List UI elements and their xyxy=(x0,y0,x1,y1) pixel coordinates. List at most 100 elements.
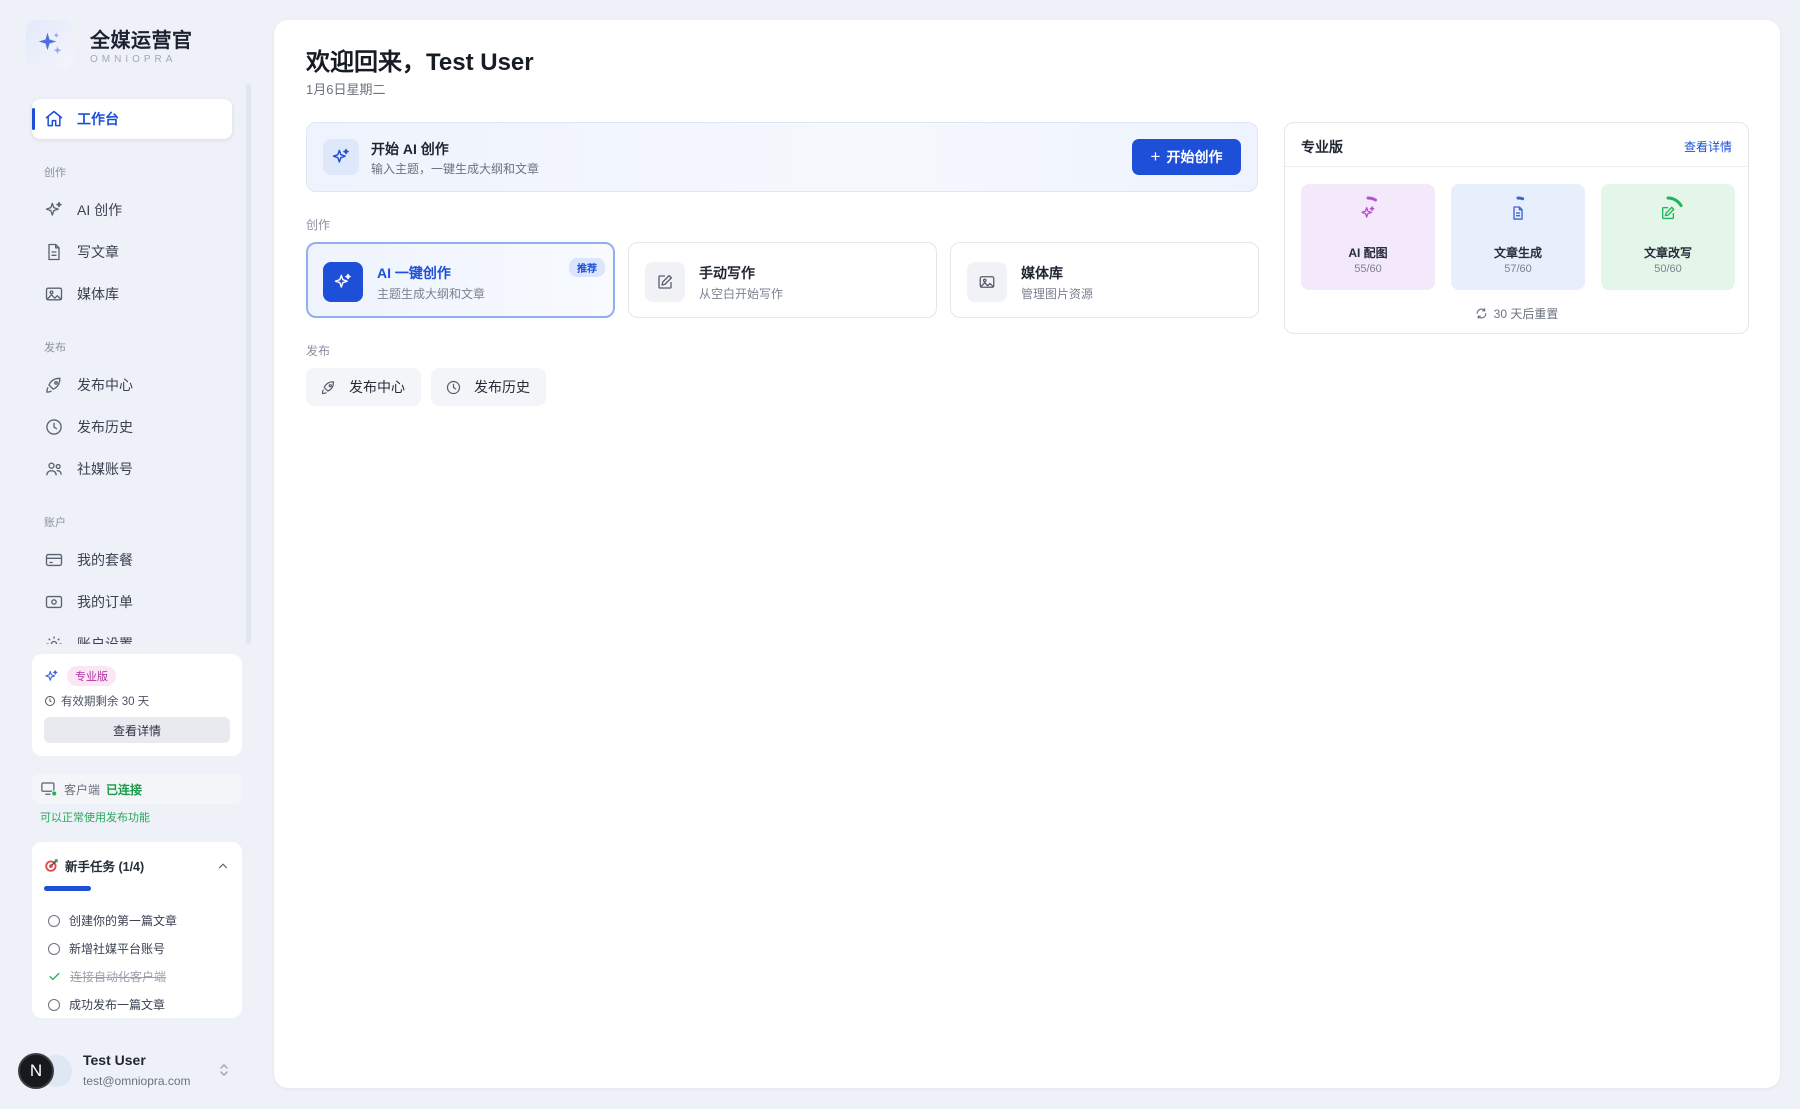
plan-badge: 专业版 xyxy=(67,666,116,686)
user-email: test@omniopra.com xyxy=(83,1074,191,1088)
sparkles-icon xyxy=(45,201,62,216)
sidebar-item-my-orders[interactable]: 我的订单 xyxy=(32,582,232,622)
sidebar-item-label: 发布中心 xyxy=(77,377,133,393)
chevron-up-down-icon xyxy=(220,1063,228,1077)
sidebar-item-ai-create[interactable]: AI 创作 xyxy=(32,190,232,230)
quota-ring xyxy=(1501,196,1535,230)
publish-history-button[interactable]: 发布历史 xyxy=(431,368,546,406)
sparkles-icon xyxy=(323,262,363,302)
quota-label: 文章改写 xyxy=(1643,246,1692,260)
users-icon xyxy=(46,462,62,476)
nav-section-create: 创作 xyxy=(44,167,66,179)
quota-value: 50/60 xyxy=(1654,263,1682,275)
onboarding-progress-bar xyxy=(44,886,91,891)
sidebar-nav: 工作台 创作 AI 创作 写文章 媒体库 发布 发布中心 发布历史 社媒账号 账… xyxy=(0,84,254,644)
image-icon xyxy=(45,287,63,301)
plan-expiry: 有效期剩余 30 天 xyxy=(61,696,150,708)
onboarding-tasks-header[interactable]: 新手任务 (1/4) xyxy=(44,856,230,875)
sidebar-item-label: 我的套餐 xyxy=(77,552,133,568)
home-icon xyxy=(45,110,63,127)
client-status: 客户端 已连接 xyxy=(32,774,242,804)
quota-tile-article-rewrite: 文章改写 50/60 xyxy=(1601,184,1735,290)
sparkles-icon xyxy=(45,669,58,681)
quota-reset-text: 30 天后重置 xyxy=(1493,307,1559,321)
quota-panel: 专业版 查看详情 AI 配图 55/60 文章生成 57/60 文章改写 50/… xyxy=(1284,122,1749,334)
receipt-icon xyxy=(45,595,63,609)
sidebar-item-social-accounts[interactable]: 社媒账号 xyxy=(32,449,232,489)
sidebar-scrollbar[interactable] xyxy=(246,84,251,644)
sidebar-item-label: 媒体库 xyxy=(77,286,119,302)
quota-ring xyxy=(1351,196,1385,230)
sidebar-item-label: 我的订单 xyxy=(77,594,133,610)
sparkles-icon xyxy=(323,139,359,175)
brand[interactable]: 全媒运营官 OMNIOPRA xyxy=(26,20,193,68)
start-create-button[interactable]: + 开始创作 xyxy=(1132,139,1241,175)
card-manual-write[interactable]: 手动写作 从空白开始写作 xyxy=(628,242,937,318)
section-label-publish: 发布 xyxy=(306,344,331,358)
card-subtitle: 主题生成大纲和文章 xyxy=(377,287,486,301)
sidebar-item-label: 发布历史 xyxy=(77,419,133,435)
sidebar-item-write-article[interactable]: 写文章 xyxy=(32,232,232,272)
onboarding-tasks-title: 新手任务 (1/4) xyxy=(65,860,145,874)
plus-icon: + xyxy=(1150,147,1161,166)
sidebar-item-label: 工作台 xyxy=(77,111,119,127)
quota-reset: 30 天后重置 xyxy=(1285,305,1748,322)
sidebar-item-media-library[interactable]: 媒体库 xyxy=(32,274,232,314)
publish-center-label: 发布中心 xyxy=(349,379,405,395)
brand-subtitle: OMNIOPRA xyxy=(90,53,177,65)
refresh-icon xyxy=(1476,308,1487,319)
sidebar-item-label: 写文章 xyxy=(77,244,119,260)
task-item[interactable]: 连接自动化客户端 xyxy=(48,968,166,985)
sparkle-logo-icon xyxy=(26,20,74,68)
card-media-library[interactable]: 媒体库 管理图片资源 xyxy=(950,242,1259,318)
task-label: 连接自动化客户端 xyxy=(70,970,167,984)
banner-title: 开始 AI 创作 xyxy=(371,141,449,157)
card-title: 媒体库 xyxy=(1021,265,1063,281)
check-icon xyxy=(49,972,60,981)
nav-section-publish: 发布 xyxy=(44,342,66,354)
publish-center-button[interactable]: 发布中心 xyxy=(306,368,421,406)
rocket-icon xyxy=(321,380,335,394)
sidebar-item-workbench[interactable]: 工作台 xyxy=(32,99,232,139)
sidebar-item-publish-center[interactable]: 发布中心 xyxy=(32,365,232,405)
settings-icon xyxy=(46,636,62,644)
clock-icon xyxy=(46,419,62,435)
sidebar-item-label: 社媒账号 xyxy=(77,461,133,477)
avatar: N xyxy=(18,1053,54,1089)
quota-value: 57/60 xyxy=(1504,263,1532,275)
card-ai-one-click[interactable]: AI 一键创作 主题生成大纲和文章 推荐 xyxy=(306,242,615,318)
page-title: 欢迎回来，Test User xyxy=(306,49,534,76)
sidebar-item-account-settings[interactable]: 账户设置 xyxy=(32,624,232,644)
sidebar-item-my-plan[interactable]: 我的套餐 xyxy=(32,540,232,580)
nav-section-account: 账户 xyxy=(44,517,66,529)
circle-icon xyxy=(48,998,60,1011)
client-status-text: 已连接 xyxy=(106,782,143,797)
sidebar: 全媒运营官 OMNIOPRA 工作台 创作 AI 创作 写文章 媒体库 发布 发… xyxy=(0,0,260,1109)
view-plan-details-button[interactable]: 查看详情 xyxy=(44,717,230,743)
sidebar-item-publish-history[interactable]: 发布历史 xyxy=(32,407,232,447)
monitor-connected-icon xyxy=(41,782,58,797)
user-menu[interactable]: N Test User test@omniopra.com xyxy=(18,1048,238,1094)
circle-icon xyxy=(48,942,60,955)
view-details-link[interactable]: 查看详情 xyxy=(1684,138,1732,155)
client-label: 客户端 xyxy=(64,782,101,797)
clock-icon xyxy=(45,696,55,706)
task-item[interactable]: 创建你的第一篇文章 xyxy=(48,912,177,929)
task-item[interactable]: 成功发布一篇文章 xyxy=(48,996,165,1013)
sidebar-item-label: 账户设置 xyxy=(77,636,133,644)
edit-icon xyxy=(1662,206,1675,220)
credit-card-icon xyxy=(45,553,63,567)
chevron-up-icon[interactable] xyxy=(216,859,230,873)
quota-label: 文章生成 xyxy=(1493,246,1542,260)
edit-icon xyxy=(645,262,685,302)
rocket-icon xyxy=(46,377,61,393)
file-text-icon xyxy=(1513,206,1523,220)
task-item[interactable]: 新增社媒平台账号 xyxy=(48,940,165,957)
client-note: 可以正常使用发布功能 xyxy=(40,812,150,824)
sidebar-item-label: AI 创作 xyxy=(77,202,123,218)
section-label-create: 创作 xyxy=(306,218,331,232)
file-text-icon xyxy=(48,243,60,261)
card-subtitle: 管理图片资源 xyxy=(1021,287,1094,301)
ai-create-banner: 开始 AI 创作 输入主题，一键生成大纲和文章 + 开始创作 xyxy=(306,122,1258,192)
target-icon xyxy=(45,859,58,872)
